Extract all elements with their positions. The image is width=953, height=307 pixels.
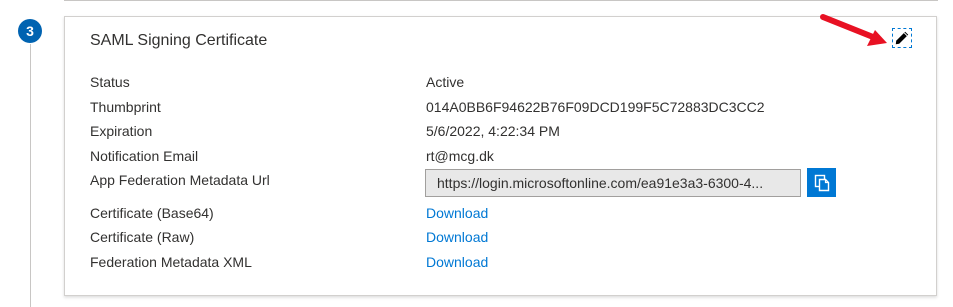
- thumbprint-label: Thumbprint: [90, 99, 161, 115]
- cert-base64-download-link[interactable]: Download: [426, 205, 488, 221]
- cert-base64-label: Certificate (Base64): [90, 205, 214, 221]
- edit-certificate-button[interactable]: [892, 28, 912, 48]
- red-arrow-annotation: [820, 14, 887, 46]
- step-connector-line: [30, 44, 31, 307]
- step-number-badge: 3: [18, 19, 42, 43]
- metadata-url-field[interactable]: https://login.microsoftonline.com/ea91e3…: [425, 169, 801, 197]
- saml-step-section: 3 SAML Signing Certificate Status Active…: [0, 0, 953, 307]
- saml-signing-certificate-card: SAML Signing Certificate Status Active T…: [64, 14, 937, 296]
- expiration-value: 5/6/2022, 4:22:34 PM: [426, 123, 560, 139]
- federation-xml-download-link[interactable]: Download: [426, 254, 488, 270]
- expiration-label: Expiration: [90, 123, 153, 139]
- notification-email-value: rt@mcg.dk: [426, 148, 494, 164]
- pencil-icon: [895, 31, 909, 45]
- notification-email-label: Notification Email: [90, 148, 199, 164]
- thumbprint-value: 014A0BB6F94622B76F09DCD199F5C72883DC3CC2: [426, 99, 765, 115]
- copy-icon: [814, 174, 829, 191]
- card-title: SAML Signing Certificate: [90, 32, 268, 49]
- copy-url-button[interactable]: [807, 168, 836, 197]
- metadata-url-label: App Federation Metadata Url: [90, 172, 270, 188]
- cert-raw-label: Certificate (Raw): [90, 229, 195, 245]
- cert-raw-download-link[interactable]: Download: [426, 229, 488, 245]
- federation-xml-label: Federation Metadata XML: [90, 254, 252, 270]
- divider: [64, 0, 938, 1]
- status-value: Active: [426, 74, 465, 90]
- status-label: Status: [90, 74, 130, 90]
